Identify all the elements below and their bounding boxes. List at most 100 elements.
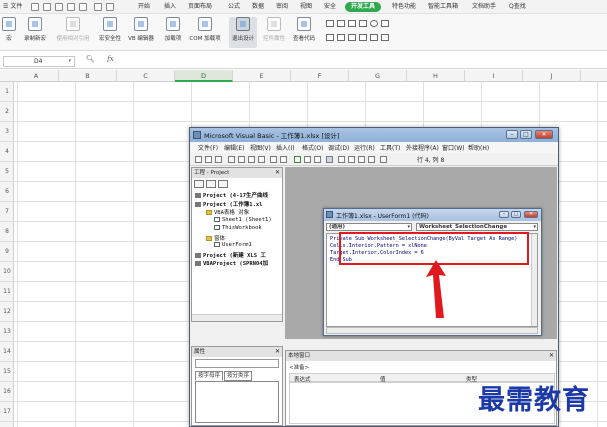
column-header[interactable]: A <box>14 70 59 82</box>
tab-categorized[interactable]: 按分类序 <box>224 371 253 381</box>
tab-alphabetic[interactable]: 按字母序 <box>195 371 224 381</box>
tab-formulas[interactable]: 公式 <box>228 2 240 12</box>
button-control-icon[interactable] <box>348 20 356 27</box>
tab-special-features[interactable]: 特色功能 <box>392 2 416 12</box>
file-menu[interactable]: ☰ 文件 <box>3 2 22 12</box>
format-painter-icon[interactable] <box>79 3 87 11</box>
object-selector[interactable] <box>195 359 279 368</box>
close-icon[interactable]: ✕ <box>275 168 280 178</box>
tree-item[interactable]: ThisWorkbook <box>214 225 262 231</box>
run-icon[interactable] <box>294 156 301 163</box>
cut-icon[interactable] <box>228 156 235 163</box>
checkbox-control-icon[interactable] <box>326 20 334 27</box>
row-header[interactable]: 2 <box>0 102 14 122</box>
undo-icon[interactable] <box>270 156 277 163</box>
insert-module-icon[interactable] <box>205 156 212 163</box>
tab-data[interactable]: 数据 <box>252 2 264 12</box>
help-icon[interactable] <box>380 156 387 163</box>
row-header[interactable]: 9 <box>0 242 14 262</box>
relative-reference-button[interactable]: 使用相对引用 <box>54 17 92 42</box>
print-icon[interactable] <box>55 3 63 11</box>
minimize-button[interactable]: – <box>506 130 518 139</box>
more-controls-icon[interactable] <box>381 34 389 41</box>
scrollbar-control-icon[interactable] <box>348 34 356 41</box>
column-header[interactable]: D <box>175 70 233 82</box>
column-header[interactable]: E <box>233 70 291 82</box>
row-header[interactable]: 5 <box>0 162 14 182</box>
image-control-icon[interactable] <box>337 34 345 41</box>
maximize-button[interactable]: □ <box>520 130 532 139</box>
zoom-icon[interactable]: 🔍︎ <box>86 55 95 63</box>
listbox-control-icon[interactable] <box>359 20 367 27</box>
vb-editor-button[interactable]: VB 编辑器 <box>126 17 156 42</box>
horizontal-scrollbar[interactable] <box>192 314 282 321</box>
add-ins-button[interactable]: 加载项 <box>162 17 184 42</box>
column-header[interactable]: B <box>59 70 117 82</box>
tree-item[interactable]: 窗体 <box>206 234 225 242</box>
view-code-button[interactable]: 查看代码 <box>290 17 318 42</box>
row-header[interactable]: 1 <box>0 82 14 102</box>
tab-developer[interactable]: 开发工具 <box>345 2 382 12</box>
record-macro-button[interactable]: 录制新宏 <box>20 17 50 42</box>
menu-file[interactable]: 文件(F) <box>198 143 218 152</box>
menu-insert[interactable]: 插入(I) <box>276 143 294 152</box>
design-mode-icon[interactable] <box>326 156 333 163</box>
name-box[interactable]: D4 ▾ <box>3 56 75 67</box>
option-control-icon[interactable] <box>370 20 378 27</box>
row-header[interactable]: 3 <box>0 122 14 142</box>
object-combo[interactable]: (通用) ▾ <box>326 223 412 231</box>
row-header[interactable]: 11 <box>0 282 14 302</box>
macro-security-button[interactable]: 宏安全性 <box>96 17 124 42</box>
row-header[interactable]: 16 <box>0 382 14 402</box>
tab-doc-assistant[interactable]: 文档助手 <box>472 2 496 12</box>
minimize-button[interactable]: – <box>499 211 509 218</box>
tree-item[interactable]: Project (工作簿1.xl <box>195 200 263 208</box>
column-header[interactable]: F <box>291 70 349 82</box>
row-header[interactable]: 14 <box>0 342 14 362</box>
control-properties-button[interactable]: 控件属性 <box>260 17 288 42</box>
horizontal-scrollbar[interactable] <box>326 327 538 334</box>
label-control-icon[interactable] <box>326 34 334 41</box>
copy-icon[interactable] <box>238 156 245 163</box>
tab-view[interactable]: 视图 <box>300 2 312 12</box>
menu-tools[interactable]: 工具(T) <box>380 143 400 152</box>
toolbox-icon[interactable] <box>368 156 375 163</box>
macro-button[interactable]: 宏 <box>2 17 16 42</box>
column-header[interactable]: G <box>349 70 407 82</box>
tab-security[interactable]: 安全 <box>324 2 336 12</box>
spinner-control-icon[interactable] <box>359 34 367 41</box>
column-header[interactable]: C <box>117 70 175 82</box>
toggle-folders-icon[interactable] <box>218 180 228 188</box>
exit-design-button[interactable]: 退出设计 <box>229 17 257 48</box>
combobox-control-icon[interactable] <box>381 20 389 27</box>
tree-item[interactable]: Project (4-17生产曲线 <box>195 191 268 199</box>
project-explorer-icon[interactable] <box>338 156 345 163</box>
undo-icon[interactable] <box>94 3 102 11</box>
vertical-scrollbar[interactable] <box>531 234 537 326</box>
object-browser-icon[interactable] <box>358 156 365 163</box>
fx-icon[interactable]: fx <box>107 55 114 63</box>
search-button[interactable]: Q查找 <box>509 2 526 12</box>
menu-edit[interactable]: 编辑(E) <box>224 143 244 152</box>
vba-editor-titlebar[interactable]: Microsoft Visual Basic - 工作簿1.xlsx [设计] … <box>190 128 558 142</box>
close-icon[interactable]: ✕ <box>275 347 280 357</box>
column-header[interactable]: I <box>465 70 523 82</box>
row-header[interactable]: 13 <box>0 322 14 342</box>
preview-icon[interactable] <box>67 3 75 11</box>
menu-run[interactable]: 运行(R) <box>354 143 375 152</box>
redo-icon[interactable] <box>106 3 114 11</box>
tab-insert[interactable]: 插入 <box>164 2 176 12</box>
close-button[interactable]: ✕ <box>535 130 553 139</box>
tab-review[interactable]: 审阅 <box>276 2 288 12</box>
code-window-titlebar[interactable]: 工作簿1.xlsx - UserForm1 (代码) – □ ✕ <box>324 209 541 221</box>
properties-list[interactable] <box>195 381 279 423</box>
menu-help[interactable]: 帮助(H) <box>468 143 489 152</box>
tab-smart-toolbox[interactable]: 智能工具箱 <box>428 2 458 12</box>
row-header[interactable]: 4 <box>0 142 14 162</box>
close-button[interactable]: ✕ <box>524 211 538 218</box>
maximize-button[interactable]: □ <box>511 211 521 218</box>
tree-item[interactable]: VBAProject (SPRN04加 <box>195 259 268 267</box>
row-header[interactable]: 12 <box>0 302 14 322</box>
view-excel-icon[interactable] <box>195 156 202 163</box>
row-header[interactable]: 10 <box>0 262 14 282</box>
